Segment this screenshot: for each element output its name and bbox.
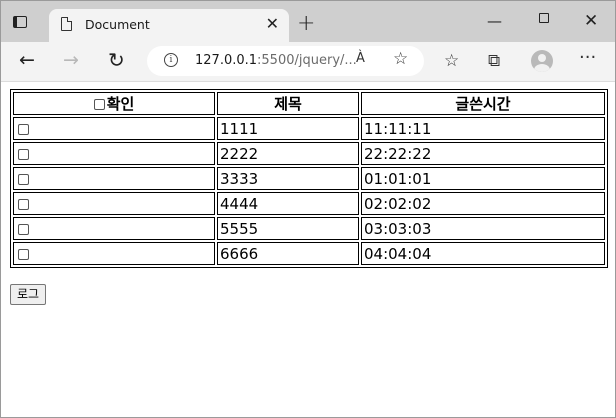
row-checkbox[interactable] [18,248,29,260]
reload-icon[interactable]: ↻ [108,49,125,71]
row-time: 03:03:03 [361,217,605,240]
tab-strip: Document ✕ + — ✕ [1,1,615,42]
row-title: 1111 [217,117,359,140]
table-row: 3333 01:01:01 [13,167,605,190]
header-time: 글쓴시간 [361,92,605,115]
row-checkbox-cell [13,142,215,165]
more-icon[interactable]: ··· [579,47,596,69]
row-checkbox[interactable] [18,223,29,235]
row-checkbox-cell [13,242,215,265]
header-title: 제목 [217,92,359,115]
row-time: 11:11:11 [361,117,605,140]
row-time: 02:02:02 [361,192,605,215]
table-row: 2222 22:22:22 [13,142,605,165]
address-bar[interactable]: i 127.0.0.1:5500/jquery/... À ☆ [147,46,424,76]
navigation-bar: ← → ↻ i 127.0.0.1:5500/jquery/... À ☆ ☆… [1,42,615,82]
row-checkbox-cell [13,192,215,215]
favorites-icon[interactable]: ☆ [444,50,459,72]
tab-title: Document [85,17,150,32]
row-time: 01:01:01 [361,167,605,190]
url-text[interactable]: 127.0.0.1:5500/jquery/... [195,53,357,68]
forward-icon: → [63,49,79,71]
select-all-checkbox[interactable] [93,99,105,110]
info-icon[interactable]: i [164,53,178,67]
row-checkbox-cell [13,167,215,190]
table-header-row: 확인 제목 글쓴시간 [13,92,605,115]
row-title: 6666 [217,242,359,265]
url-host: 127.0.0.1 [195,53,258,68]
browser-window: Document ✕ + — ✕ ← → ↻ i 127.0.0.1:5500/… [0,0,616,418]
row-time: 22:22:22 [361,142,605,165]
plus-icon[interactable]: + [297,12,315,36]
tab-document[interactable]: Document ✕ [49,9,289,42]
window-close-icon[interactable]: ✕ [584,11,598,31]
log-button[interactable]: 로그 [10,284,47,305]
profile-icon[interactable] [531,50,553,72]
posts-table: 확인 제목 글쓴시간 1111 11:11:11 2222 22:22:22 3… [10,89,608,268]
document-icon [61,17,72,31]
row-checkbox-cell [13,117,215,140]
row-checkbox-cell [13,217,215,240]
read-aloud-icon[interactable]: À [356,51,365,66]
table-row: 6666 04:04:04 [13,242,605,265]
maximize-icon[interactable] [539,13,549,23]
page-content: 확인 제목 글쓴시간 1111 11:11:11 2222 22:22:22 3… [1,82,615,417]
table-row: 4444 02:02:02 [13,192,605,215]
collections-icon[interactable]: ⧉ [488,50,500,72]
row-title: 4444 [217,192,359,215]
add-favorite-icon[interactable]: ☆ [393,49,408,69]
url-path: :5500/jquery/... [257,53,357,68]
row-title: 5555 [217,217,359,240]
header-confirm-label: 확인 [106,95,135,113]
minimize-icon[interactable]: — [487,11,502,31]
row-checkbox[interactable] [18,173,29,185]
back-icon[interactable]: ← [19,49,35,71]
row-title: 2222 [217,142,359,165]
table-row: 5555 03:03:03 [13,217,605,240]
row-checkbox[interactable] [18,123,29,135]
header-confirm: 확인 [13,92,215,115]
sidebar-toggle-icon[interactable] [13,16,27,28]
close-icon[interactable]: ✕ [266,14,279,34]
row-title: 3333 [217,167,359,190]
table-row: 1111 11:11:11 [13,117,605,140]
row-time: 04:04:04 [361,242,605,265]
row-checkbox[interactable] [18,148,29,160]
row-checkbox[interactable] [18,198,29,210]
